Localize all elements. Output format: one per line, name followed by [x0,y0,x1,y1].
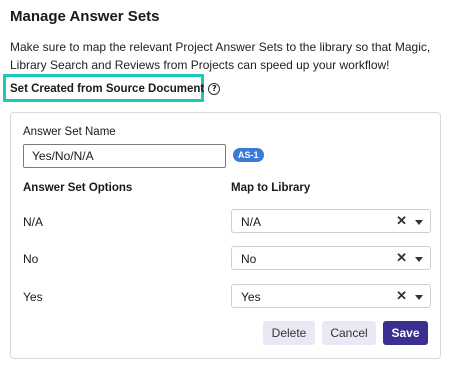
page-title: Manage Answer Sets [10,8,160,25]
map-to-library-header: Map to Library [231,182,311,194]
map-select-na[interactable]: N/A ✕ [231,209,431,233]
cancel-button[interactable]: Cancel [322,321,376,345]
map-select-no[interactable]: No ✕ [231,246,431,270]
option-label-na: N/A [23,215,44,229]
manage-answer-sets-page: Manage Answer Sets Make sure to map the … [0,0,450,368]
chevron-down-icon[interactable] [415,220,423,225]
clear-icon[interactable]: ✕ [396,289,407,303]
help-icon[interactable]: ? [208,83,221,95]
option-label-no: No [23,252,39,266]
map-select-yes[interactable]: Yes ✕ [231,284,431,308]
answer-set-id-badge: AS-1 [233,148,264,162]
page-description: Make sure to map the relevant Project An… [10,40,431,72]
answer-set-options-header: Answer Set Options [23,182,133,194]
map-select-value: Yes [241,290,261,304]
map-select-value: N/A [241,215,262,229]
option-label-yes: Yes [23,290,43,304]
section-heading-label: Set Created from Source Document [10,83,205,95]
chevron-down-icon[interactable] [415,257,423,262]
save-button[interactable]: Save [383,321,428,345]
clear-icon[interactable]: ✕ [396,214,407,228]
answer-set-name-label: Answer Set Name [23,126,116,138]
delete-button[interactable]: Delete [263,321,315,345]
answer-set-name-input[interactable]: Yes/No/N/A [23,144,226,168]
map-select-value: No [241,252,257,266]
section-heading: Set Created from Source Document ? [10,83,221,95]
clear-icon[interactable]: ✕ [396,251,407,265]
chevron-down-icon[interactable] [415,295,423,300]
